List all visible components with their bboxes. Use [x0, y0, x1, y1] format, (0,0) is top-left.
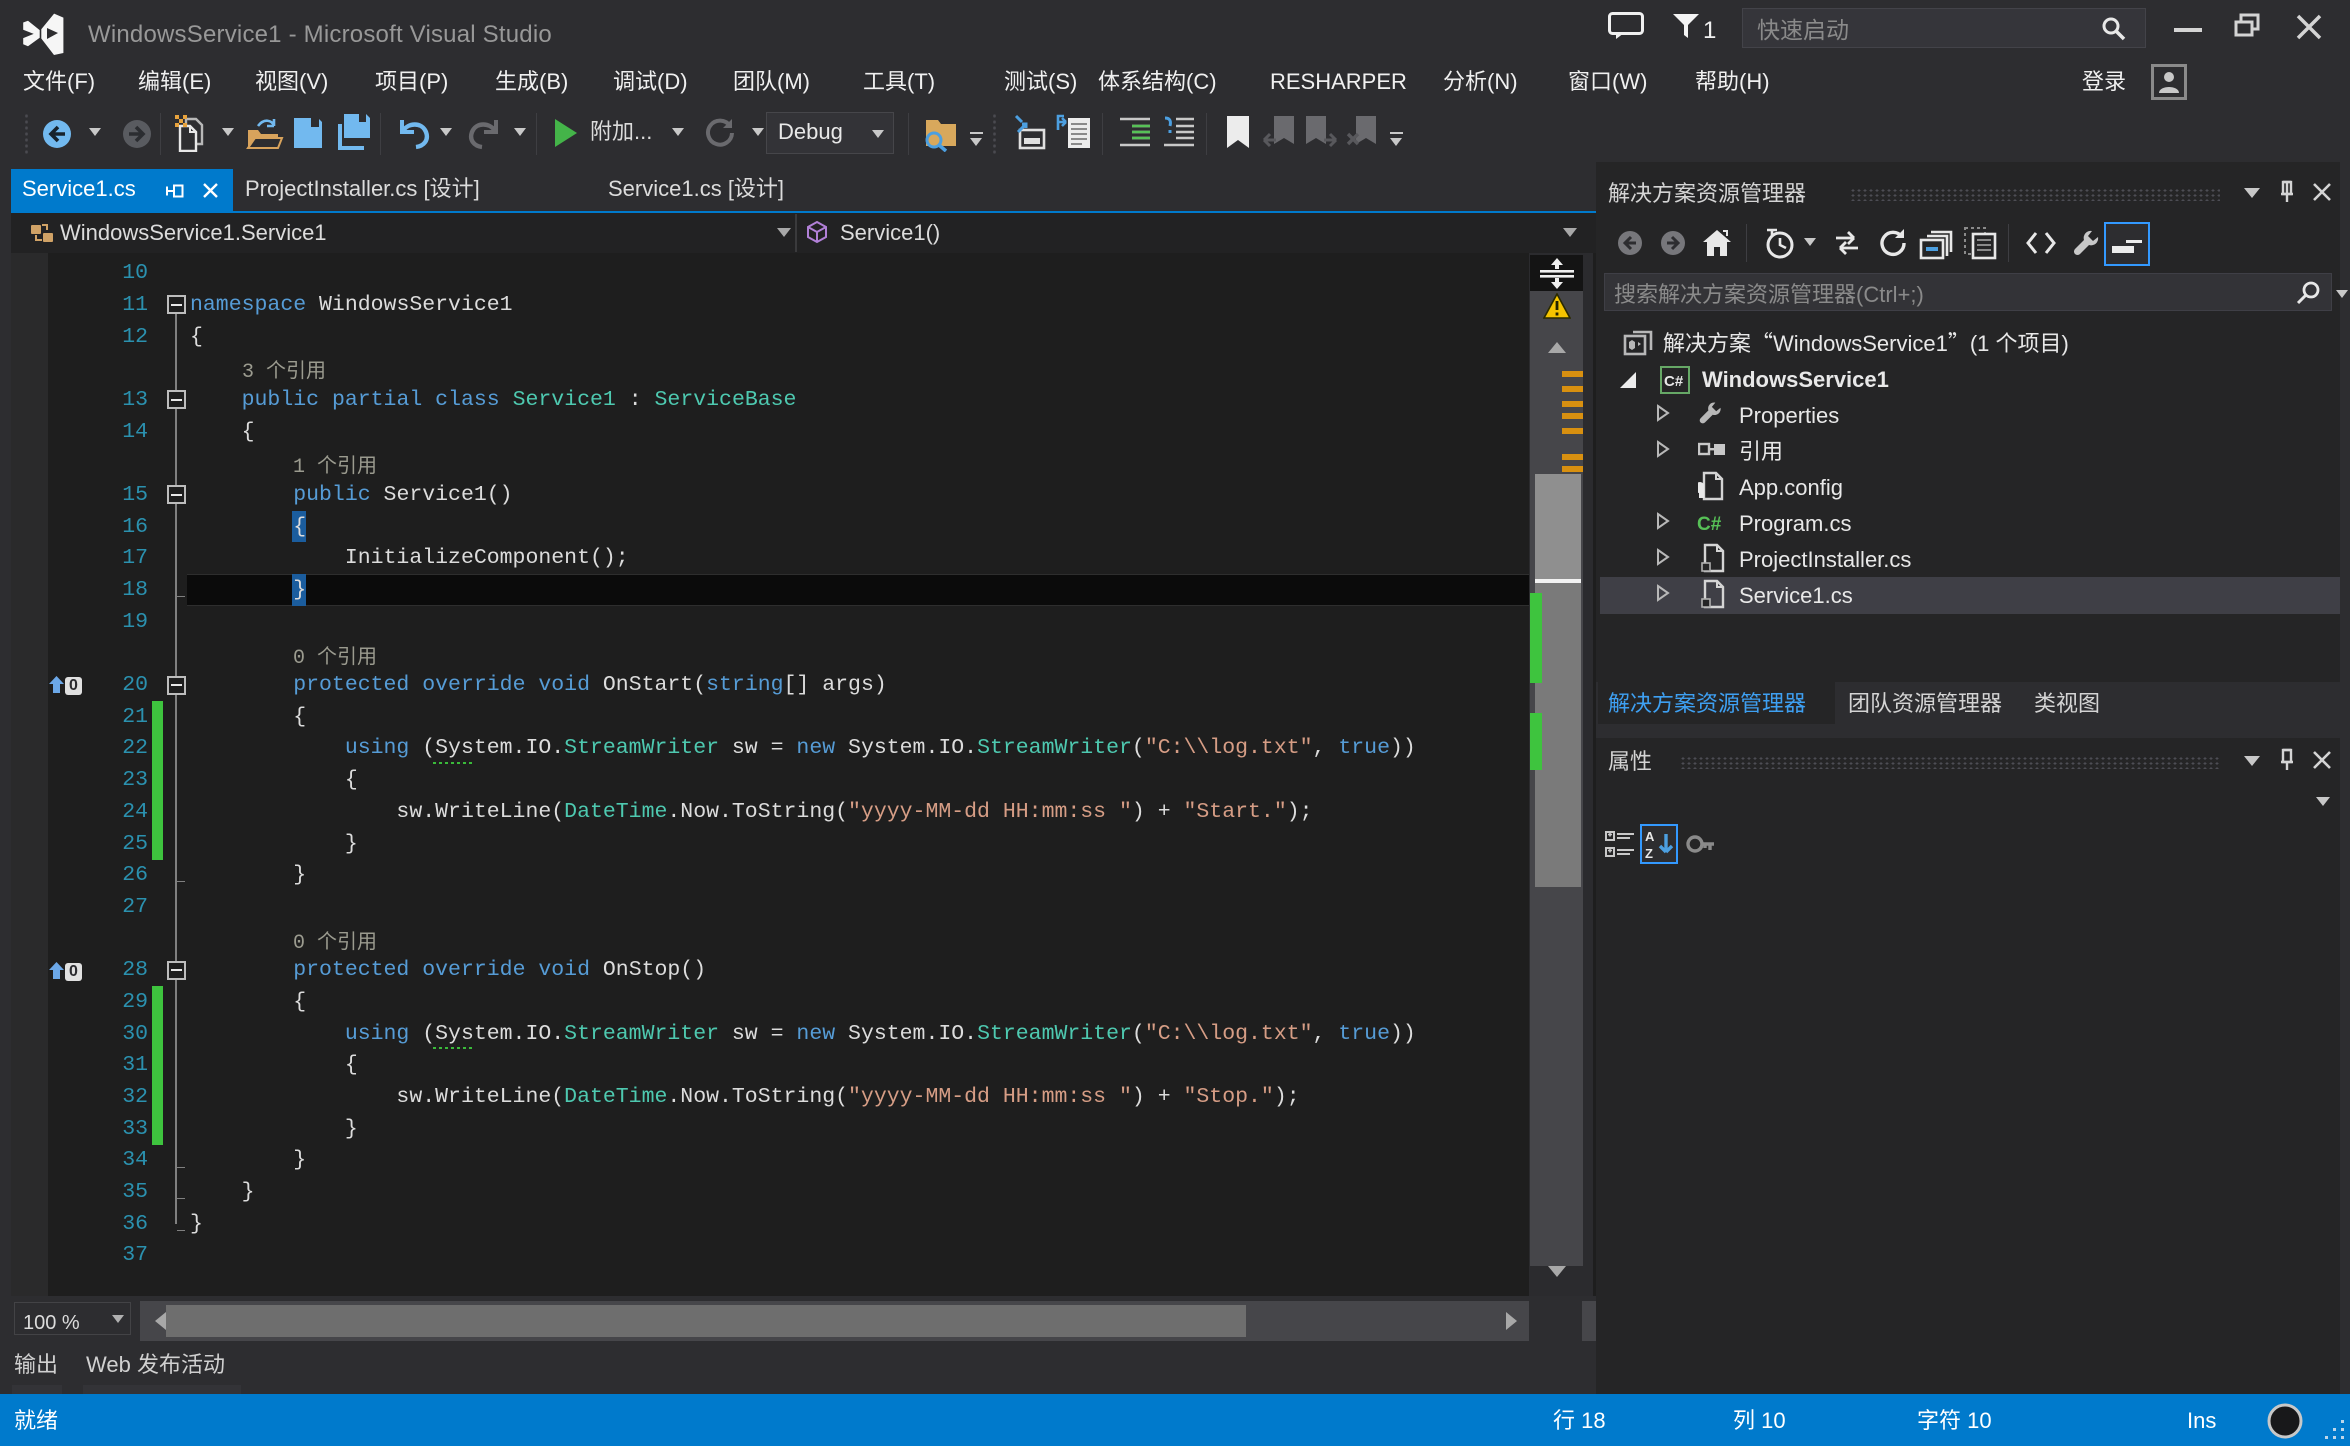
svg-text:A: A [1645, 829, 1655, 844]
svg-text:Z: Z [1645, 846, 1653, 860]
